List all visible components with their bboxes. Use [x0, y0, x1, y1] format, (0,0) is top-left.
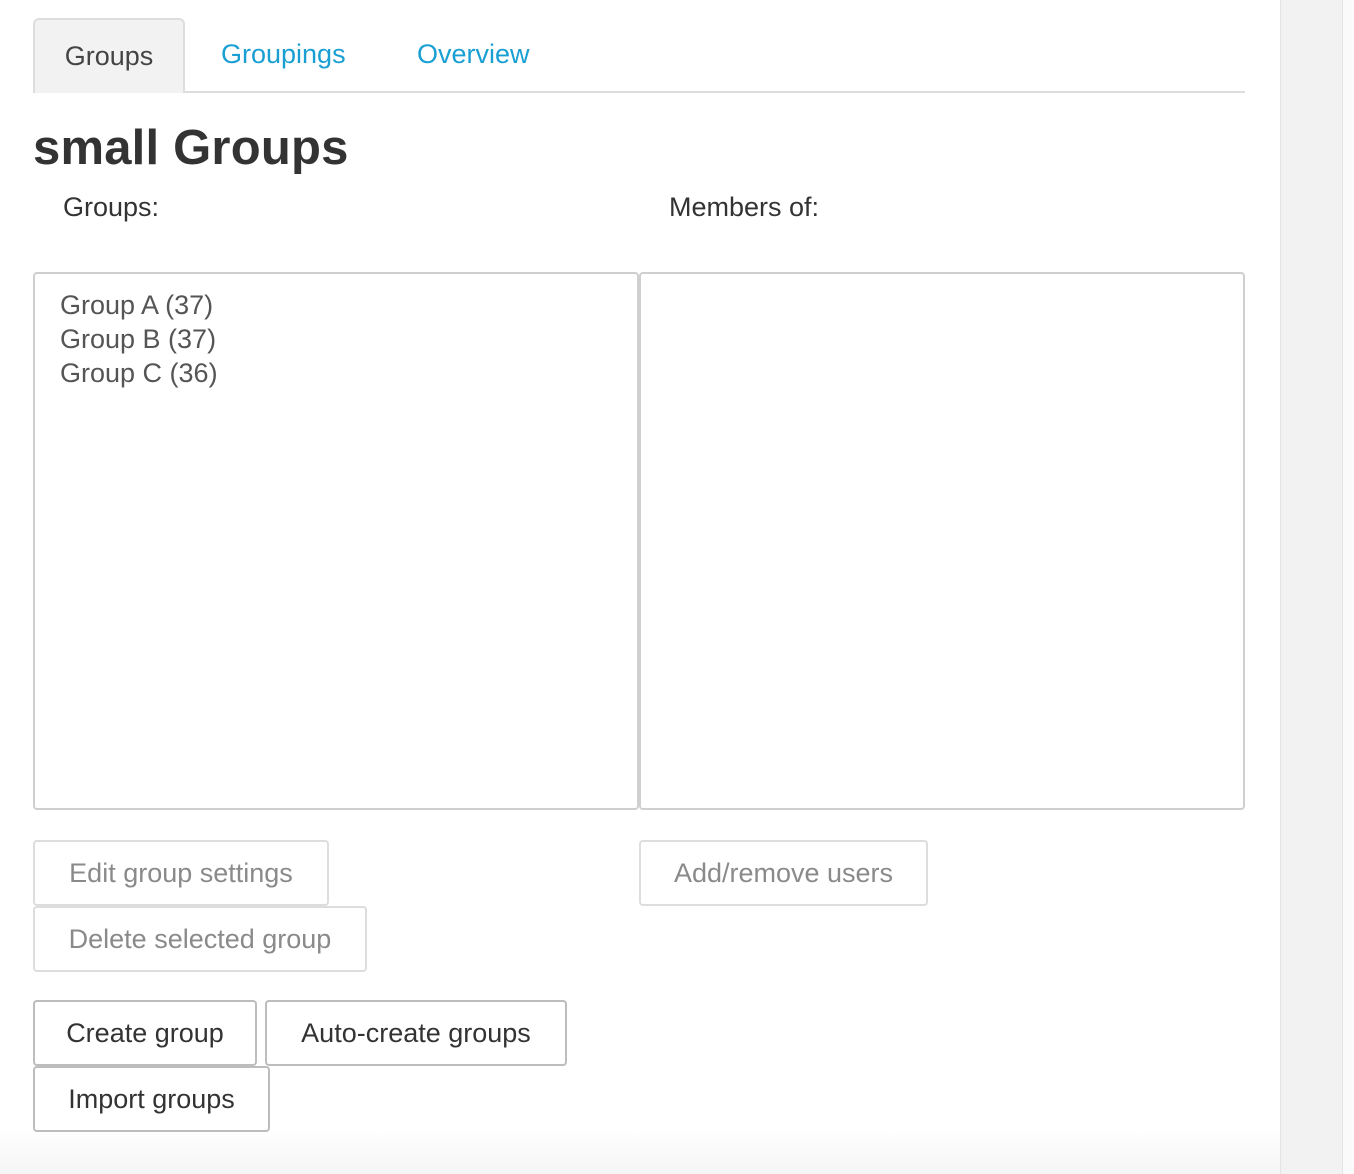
main-content: Groups Groupings Overview small Groups G… [0, 0, 1280, 1174]
groups-label: Groups: [63, 192, 160, 222]
right-sidebar-gutter [1280, 0, 1343, 1174]
group-option-c[interactable]: Group C (36) [60, 356, 218, 390]
import-groups-button[interactable]: Import groups [33, 1066, 270, 1132]
window-edge [1342, 0, 1354, 1174]
page-title: small Groups [33, 121, 349, 175]
tab-overview[interactable]: Overview [417, 18, 530, 91]
auto-create-groups-button[interactable]: Auto-create groups [265, 1000, 567, 1066]
create-group-button[interactable]: Create group [33, 1000, 257, 1066]
members-listbox[interactable] [639, 272, 1245, 810]
page: Groups Groupings Overview small Groups G… [0, 0, 1354, 1174]
tab-groupings[interactable]: Groupings [221, 18, 346, 91]
group-option-b[interactable]: Group B (37) [60, 322, 216, 356]
delete-selected-group-button[interactable]: Delete selected group [33, 906, 367, 972]
members-label: Members of: [669, 192, 820, 222]
tab-bar: Groups Groupings Overview [33, 18, 1245, 93]
tab-groups[interactable]: Groups [33, 18, 185, 93]
groups-listbox[interactable]: Group A (37) Group B (37) Group C (36) [33, 272, 639, 810]
add-remove-users-button[interactable]: Add/remove users [639, 840, 928, 906]
edit-group-settings-button[interactable]: Edit group settings [33, 840, 329, 906]
group-option-a[interactable]: Group A (37) [60, 288, 213, 322]
